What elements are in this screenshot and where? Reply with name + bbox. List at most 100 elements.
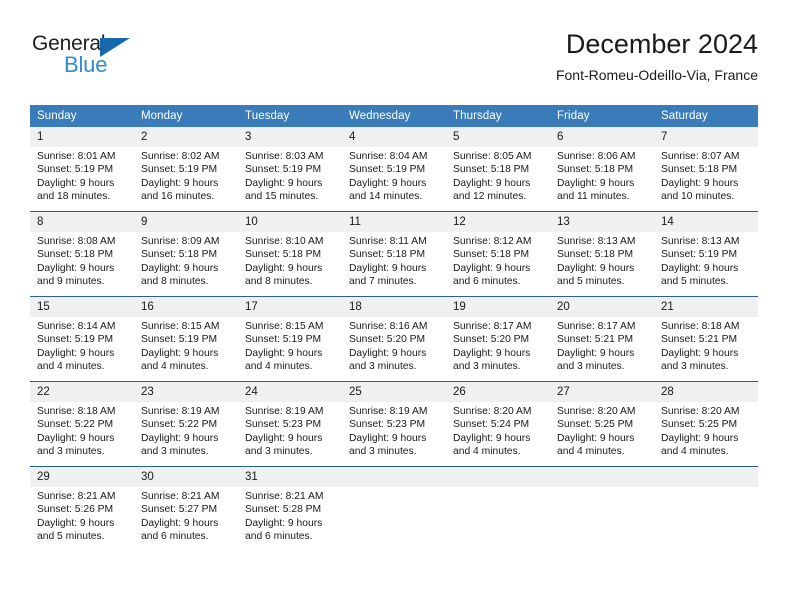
calendar-day-empty (342, 467, 446, 551)
calendar-day[interactable]: 3 Sunrise: 8:03 AM Sunset: 5:19 PM Daylight… (238, 127, 342, 211)
day-daylight-2-text: and 14 minutes. (349, 191, 423, 203)
day-sunrise-text: Sunrise: 8:09 AM (141, 236, 220, 247)
calendar-day[interactable]: 1 Sunrise: 8:01 AM Sunset: 5:19 PM Daylight… (30, 127, 134, 211)
calendar-day[interactable]: 16 Sunrise: 8:15 AM Sunset: 5:19 PM Dayligh… (134, 297, 238, 381)
day-daylight-2-text: and 16 minutes. (141, 191, 215, 203)
day-daylight-1-text: Daylight: 9 hours (37, 432, 115, 444)
day-sunset-text: Sunset: 5:25 PM (557, 419, 634, 431)
calendar-day[interactable]: 14 Sunrise: 8:13 AM Sunset: 5:19 PM Dayligh… (654, 212, 758, 296)
calendar-day-empty (446, 467, 550, 551)
day-sun-info: Sunrise: 8:01 AM Sunset: 5:19 PM Daylight:… (30, 147, 134, 204)
weekday-header-friday: Friday (550, 105, 654, 127)
day-number: 2 (134, 127, 238, 147)
day-number: 14 (654, 212, 758, 232)
day-sun-info: Sunrise: 8:10 AM Sunset: 5:18 PM Daylight:… (238, 232, 342, 289)
day-sunrise-text: Sunrise: 8:21 AM (245, 491, 324, 502)
calendar-day-cell: 7 Sunrise: 8:07 AM Sunset: 5:18 PM Daylight… (654, 127, 758, 212)
calendar-head: Sunday Monday Tuesday Wednesday Thursday… (30, 105, 758, 127)
calendar-day-cell: 17 Sunrise: 8:15 AM Sunset: 5:19 PM Dayligh… (238, 296, 342, 382)
day-number: 22 (30, 382, 134, 402)
day-sunrise-text: Sunrise: 8:05 AM (453, 151, 532, 162)
calendar-day-cell: 26 Sunrise: 8:20 AM Sunset: 5:24 PM Dayligh… (446, 381, 550, 467)
day-daylight-2-text: and 3 minutes. (557, 361, 625, 373)
calendar-day[interactable]: 13 Sunrise: 8:13 AM Sunset: 5:18 PM Dayligh… (550, 212, 654, 296)
day-daylight-1-text: Daylight: 9 hours (37, 262, 115, 274)
day-number: 11 (342, 212, 446, 232)
day-sun-info: Sunrise: 8:19 AM Sunset: 5:23 PM Daylight:… (342, 402, 446, 459)
day-sunset-text: Sunset: 5:23 PM (245, 419, 322, 431)
calendar-day[interactable]: 6 Sunrise: 8:06 AM Sunset: 5:18 PM Daylight… (550, 127, 654, 211)
day-daylight-1-text: Daylight: 9 hours (141, 517, 219, 529)
weekday-header-tuesday: Tuesday (238, 105, 342, 127)
calendar-day-cell (654, 466, 758, 551)
day-sunrise-text: Sunrise: 8:19 AM (141, 406, 220, 417)
day-sun-info: Sunrise: 8:07 AM Sunset: 5:18 PM Daylight:… (654, 147, 758, 204)
calendar-day-cell: 5 Sunrise: 8:05 AM Sunset: 5:18 PM Daylight… (446, 127, 550, 212)
day-daylight-2-text: and 12 minutes. (453, 191, 527, 203)
calendar-day[interactable]: 25 Sunrise: 8:19 AM Sunset: 5:23 PM Dayligh… (342, 382, 446, 466)
calendar-day[interactable]: 19 Sunrise: 8:17 AM Sunset: 5:20 PM Dayligh… (446, 297, 550, 381)
calendar-day-cell: 22 Sunrise: 8:18 AM Sunset: 5:22 PM Dayligh… (30, 381, 134, 467)
calendar-body: 1 Sunrise: 8:01 AM Sunset: 5:19 PM Daylight… (30, 127, 758, 551)
day-sunset-text: Sunset: 5:23 PM (349, 419, 426, 431)
day-daylight-2-text: and 3 minutes. (453, 361, 521, 373)
calendar-day[interactable]: 29 Sunrise: 8:21 AM Sunset: 5:26 PM Dayligh… (30, 467, 134, 551)
calendar-day[interactable]: 5 Sunrise: 8:05 AM Sunset: 5:18 PM Daylight… (446, 127, 550, 211)
calendar-day[interactable]: 30 Sunrise: 8:21 AM Sunset: 5:27 PM Dayligh… (134, 467, 238, 551)
day-daylight-1-text: Daylight: 9 hours (245, 347, 323, 359)
day-daylight-2-text: and 6 minutes. (141, 531, 209, 543)
calendar-week-row: 8 Sunrise: 8:08 AM Sunset: 5:18 PM Daylight… (30, 211, 758, 297)
day-sun-info: Sunrise: 8:19 AM Sunset: 5:22 PM Daylight:… (134, 402, 238, 459)
day-daylight-1-text: Daylight: 9 hours (245, 262, 323, 274)
day-daylight-1-text: Daylight: 9 hours (349, 432, 427, 444)
day-sun-info: Sunrise: 8:20 AM Sunset: 5:25 PM Daylight:… (550, 402, 654, 459)
calendar-day[interactable]: 17 Sunrise: 8:15 AM Sunset: 5:19 PM Dayligh… (238, 297, 342, 381)
day-sunset-text: Sunset: 5:18 PM (557, 249, 634, 261)
calendar-day-cell: 13 Sunrise: 8:13 AM Sunset: 5:18 PM Dayligh… (550, 211, 654, 297)
day-sunrise-text: Sunrise: 8:21 AM (37, 491, 116, 502)
calendar-day[interactable]: 10 Sunrise: 8:10 AM Sunset: 5:18 PM Dayligh… (238, 212, 342, 296)
day-sunrise-text: Sunrise: 8:03 AM (245, 151, 324, 162)
day-daylight-1-text: Daylight: 9 hours (141, 347, 219, 359)
calendar-day[interactable]: 18 Sunrise: 8:16 AM Sunset: 5:20 PM Dayligh… (342, 297, 446, 381)
generalblue-logo[interactable]: General Blue (32, 32, 212, 88)
weekday-header-wednesday: Wednesday (342, 105, 446, 127)
day-sunrise-text: Sunrise: 8:01 AM (37, 151, 116, 162)
calendar-day[interactable]: 4 Sunrise: 8:04 AM Sunset: 5:19 PM Daylight… (342, 127, 446, 211)
day-sunrise-text: Sunrise: 8:10 AM (245, 236, 324, 247)
calendar-day[interactable]: 8 Sunrise: 8:08 AM Sunset: 5:18 PM Daylight… (30, 212, 134, 296)
calendar-day[interactable]: 24 Sunrise: 8:19 AM Sunset: 5:23 PM Dayligh… (238, 382, 342, 466)
calendar-day[interactable]: 21 Sunrise: 8:18 AM Sunset: 5:21 PM Dayligh… (654, 297, 758, 381)
day-sunset-text: Sunset: 5:25 PM (661, 419, 738, 431)
calendar-day[interactable]: 2 Sunrise: 8:02 AM Sunset: 5:19 PM Daylight… (134, 127, 238, 211)
day-number: 18 (342, 297, 446, 317)
weekday-header-monday: Monday (134, 105, 238, 127)
day-sun-info: Sunrise: 8:20 AM Sunset: 5:25 PM Daylight:… (654, 402, 758, 459)
day-sunset-text: Sunset: 5:27 PM (141, 504, 218, 516)
day-sun-info: Sunrise: 8:08 AM Sunset: 5:18 PM Daylight:… (30, 232, 134, 289)
weekday-header-row: Sunday Monday Tuesday Wednesday Thursday… (30, 105, 758, 127)
day-number: 5 (446, 127, 550, 147)
calendar-day[interactable]: 23 Sunrise: 8:19 AM Sunset: 5:22 PM Dayligh… (134, 382, 238, 466)
calendar-day[interactable]: 27 Sunrise: 8:20 AM Sunset: 5:25 PM Dayligh… (550, 382, 654, 466)
calendar-day[interactable]: 22 Sunrise: 8:18 AM Sunset: 5:22 PM Dayligh… (30, 382, 134, 466)
calendar-day[interactable]: 11 Sunrise: 8:11 AM Sunset: 5:18 PM Dayligh… (342, 212, 446, 296)
calendar-day-cell: 23 Sunrise: 8:19 AM Sunset: 5:22 PM Dayligh… (134, 381, 238, 467)
calendar-day[interactable]: 31 Sunrise: 8:21 AM Sunset: 5:28 PM Dayligh… (238, 467, 342, 551)
calendar-day[interactable]: 26 Sunrise: 8:20 AM Sunset: 5:24 PM Dayligh… (446, 382, 550, 466)
calendar-day[interactable]: 9 Sunrise: 8:09 AM Sunset: 5:18 PM Daylight… (134, 212, 238, 296)
calendar-day[interactable]: 12 Sunrise: 8:12 AM Sunset: 5:18 PM Dayligh… (446, 212, 550, 296)
day-number: 12 (446, 212, 550, 232)
day-sun-info: Sunrise: 8:21 AM Sunset: 5:26 PM Daylight:… (30, 487, 134, 544)
day-sunrise-text: Sunrise: 8:18 AM (661, 321, 740, 332)
calendar-day[interactable]: 7 Sunrise: 8:07 AM Sunset: 5:18 PM Daylight… (654, 127, 758, 211)
sunrise-sunset-calendar: Sunday Monday Tuesday Wednesday Thursday… (30, 105, 758, 551)
calendar-day[interactable]: 28 Sunrise: 8:20 AM Sunset: 5:25 PM Dayligh… (654, 382, 758, 466)
day-daylight-2-text: and 5 minutes. (557, 276, 625, 288)
day-sunset-text: Sunset: 5:24 PM (453, 419, 530, 431)
calendar-day[interactable]: 15 Sunrise: 8:14 AM Sunset: 5:19 PM Dayligh… (30, 297, 134, 381)
day-sunrise-text: Sunrise: 8:17 AM (453, 321, 532, 332)
day-sunset-text: Sunset: 5:18 PM (453, 249, 530, 261)
page-title: December 2024 (565, 29, 758, 59)
calendar-day[interactable]: 20 Sunrise: 8:17 AM Sunset: 5:21 PM Dayligh… (550, 297, 654, 381)
